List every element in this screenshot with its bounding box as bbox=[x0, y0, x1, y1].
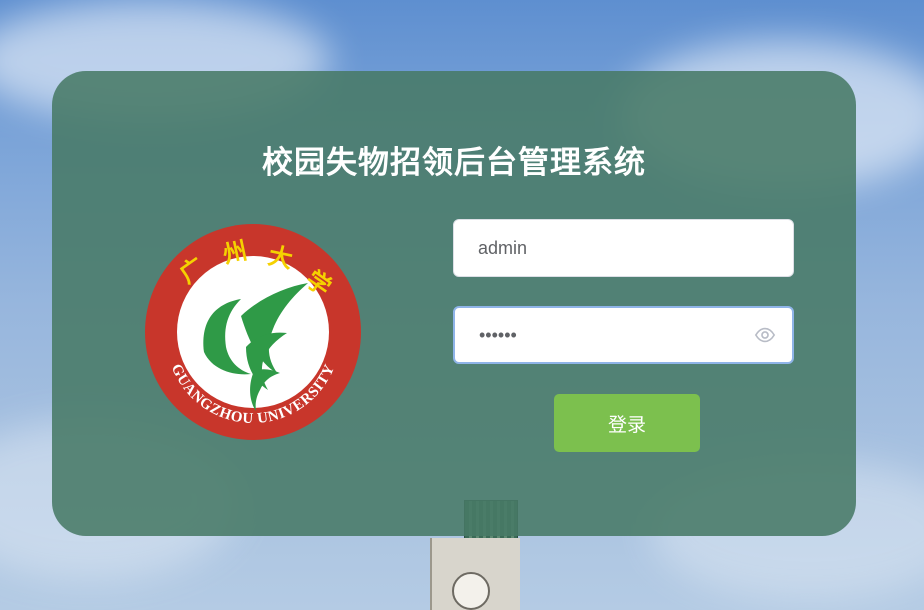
username-input[interactable] bbox=[476, 236, 777, 260]
password-input[interactable] bbox=[477, 323, 754, 347]
university-logo: 广 州 大 学 GUANGZHOU UNIVERSITY bbox=[145, 224, 361, 440]
login-panel: 校园失物招领后台管理系统 广 州 大 学 GUANGZHOU UNIVERSIT… bbox=[52, 71, 856, 536]
clock-icon bbox=[452, 572, 490, 610]
username-field[interactable] bbox=[453, 219, 794, 277]
eye-icon[interactable] bbox=[754, 324, 776, 346]
login-button[interactable]: 登录 bbox=[554, 394, 700, 452]
page-title: 校园失物招领后台管理系统 bbox=[262, 145, 646, 180]
password-field[interactable] bbox=[453, 306, 794, 364]
